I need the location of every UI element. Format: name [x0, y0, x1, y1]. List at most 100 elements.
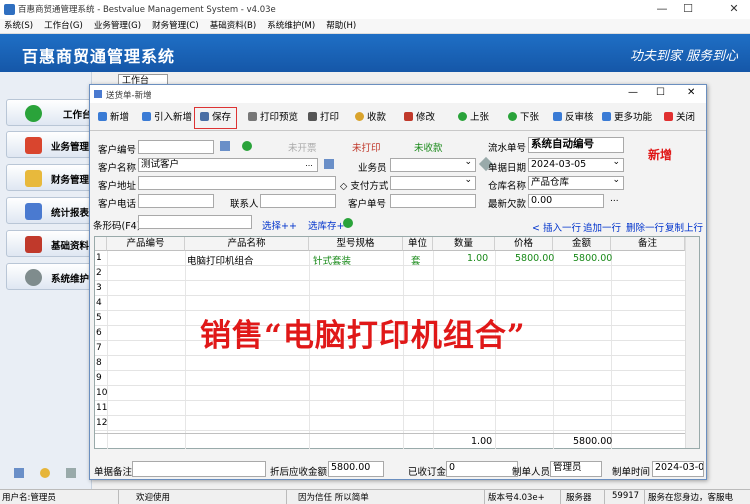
- product-grid: 产品编号 产品名称 型号规格 单位 数量 价格 金额 备注 1 2 3 4 5: [94, 236, 700, 449]
- nav-maintenance[interactable]: 系统维护: [6, 263, 92, 290]
- discount-label: 折后应收金额: [270, 467, 328, 478]
- maker-field[interactable]: 管理员: [550, 461, 602, 477]
- ellipsis-button[interactable]: ...: [302, 159, 316, 171]
- nav-reports[interactable]: 统计报表: [6, 197, 92, 224]
- menu-business[interactable]: 业务管理(G): [90, 19, 145, 34]
- status-version: 版本号4.03e+: [488, 493, 545, 503]
- pay-method-select[interactable]: [390, 176, 476, 190]
- customer-address-label: 客户地址: [98, 181, 137, 192]
- contact-field[interactable]: [260, 194, 336, 208]
- salesperson-select[interactable]: [390, 158, 476, 172]
- next-button[interactable]: 下张: [508, 109, 539, 127]
- customer-code-field[interactable]: [138, 140, 214, 154]
- delivery-order-dialog: 送货单-新增 — ☐ ✕ 新增 引入新增 保存 打印预览 打印 收款 修改 上张…: [89, 84, 707, 480]
- time-field[interactable]: 2024-03-05: [652, 461, 704, 477]
- warehouse-select[interactable]: 产品仓库: [528, 176, 624, 190]
- previous-button[interactable]: 上张: [458, 109, 489, 127]
- remark-field[interactable]: [132, 461, 266, 477]
- dialog-minimize-button[interactable]: —: [628, 87, 638, 98]
- serial-no-field[interactable]: 系统自动编号: [528, 137, 624, 153]
- menu-workbench[interactable]: 工作台(G): [40, 19, 87, 34]
- maximize-button[interactable]: ☐: [676, 1, 700, 17]
- bar-chart-icon: [25, 203, 42, 220]
- import-icon: [142, 112, 151, 121]
- new-button[interactable]: 新增: [98, 109, 129, 127]
- col-quantity: 数量: [433, 237, 495, 251]
- print-preview-button[interactable]: 打印预览: [248, 109, 298, 127]
- save-button[interactable]: 保存: [194, 107, 238, 129]
- nav-basic-data[interactable]: 基础资料: [6, 230, 92, 257]
- amount-cell[interactable]: 5800.00: [573, 253, 612, 264]
- customer-phone-field[interactable]: [138, 194, 214, 208]
- dialog-close-button[interactable]: ✕: [687, 87, 695, 98]
- globe-icon[interactable]: [343, 218, 353, 228]
- customer-address-field[interactable]: [138, 176, 336, 190]
- customer-phone-label: 客户电话: [98, 199, 137, 210]
- col-amount: 金额: [553, 237, 611, 251]
- menu-finance[interactable]: 财务管理(C): [148, 19, 203, 34]
- lookup-icon[interactable]: [324, 159, 334, 169]
- menu-bar: 系统(S) 工作台(G) 业务管理(G) 财务管理(C) 基础资料(B) 系统维…: [0, 19, 750, 34]
- up-arrow-icon: [458, 112, 467, 121]
- print-button[interactable]: 打印: [308, 109, 339, 127]
- maker-label: 制单人员: [512, 467, 551, 478]
- doc-date-field[interactable]: 2024-03-05: [528, 158, 624, 172]
- document-icon: [94, 90, 102, 98]
- dialog-maximize-button[interactable]: ☐: [656, 87, 665, 98]
- calculator-icon[interactable]: [14, 468, 24, 478]
- close-button[interactable]: ✕: [722, 1, 746, 17]
- menu-help[interactable]: 帮助(H): [322, 19, 360, 34]
- import-new-button[interactable]: 引入新增: [142, 109, 192, 127]
- copy-row-link[interactable]: 复制上行: [665, 220, 703, 234]
- nav-workbench[interactable]: 工作台: [6, 99, 92, 126]
- left-nav-panel: 工作台 业务管理 财务管理 统计报表 基础资料 系统维护: [0, 72, 92, 490]
- discount-field[interactable]: 5800.00: [328, 461, 384, 477]
- cust-order-field[interactable]: [390, 194, 476, 208]
- menu-maintenance[interactable]: 系统维护(M): [263, 19, 319, 34]
- printer-icon: [308, 112, 317, 121]
- toolbar-divider: [90, 130, 706, 131]
- price-cell[interactable]: 5800.00: [515, 253, 554, 264]
- row-number: 9: [96, 373, 102, 383]
- latest-debt-field[interactable]: 0.00: [528, 194, 604, 208]
- collect-payment-button[interactable]: 收款: [355, 109, 386, 127]
- serial-no-label: 流水单号: [488, 143, 527, 154]
- row-number: 4: [96, 298, 102, 308]
- product-name-cell[interactable]: 电脑打印机组合: [187, 253, 254, 267]
- coin-icon: [355, 112, 364, 121]
- unit-cell[interactable]: 套: [411, 253, 421, 267]
- lock-icon[interactable]: [66, 468, 76, 478]
- edit-button[interactable]: 修改: [404, 109, 435, 127]
- menu-system[interactable]: 系统(S): [0, 19, 37, 34]
- customer-name-field[interactable]: 测试客户: [138, 158, 318, 172]
- nav-finance[interactable]: 财务管理: [6, 164, 92, 191]
- lookup-icon[interactable]: [220, 141, 230, 151]
- append-row-link[interactable]: 追加一行: [583, 220, 621, 234]
- row-number: 6: [96, 328, 102, 338]
- help-icon[interactable]: [40, 468, 50, 478]
- row-number: 5: [96, 313, 102, 323]
- select-product-link[interactable]: 选择++: [262, 218, 297, 232]
- book-icon: [25, 236, 42, 253]
- grid-scrollbar[interactable]: [685, 237, 699, 448]
- latest-debt-label: 最新欠款: [488, 199, 527, 210]
- barcode-field[interactable]: [138, 215, 252, 229]
- quantity-cell[interactable]: 1.00: [467, 253, 488, 264]
- received-field[interactable]: 0: [446, 461, 518, 477]
- menu-basic-data[interactable]: 基础资料(B): [206, 19, 260, 34]
- debt-detail-button[interactable]: ...: [610, 194, 619, 204]
- salesperson-label: 业务员: [358, 163, 387, 174]
- unapprove-button[interactable]: 反审核: [553, 109, 594, 127]
- close-dialog-button[interactable]: 关闭: [664, 109, 695, 127]
- row-number: 3: [96, 283, 102, 293]
- spec-cell[interactable]: 针式套装: [313, 253, 351, 267]
- more-functions-button[interactable]: 更多功能: [602, 109, 652, 127]
- delete-row-link[interactable]: 删除一行: [626, 220, 664, 234]
- total-quantity: 1.00: [471, 436, 493, 447]
- insert-row-link[interactable]: < 插入一行: [532, 220, 581, 234]
- minimize-button[interactable]: —: [650, 1, 674, 17]
- add-customer-icon[interactable]: [242, 141, 252, 151]
- nav-business[interactable]: 业务管理: [6, 131, 92, 158]
- status-service: 服务在您身边，客服电: [648, 493, 734, 503]
- select-stock-link[interactable]: 选库存+: [308, 218, 344, 232]
